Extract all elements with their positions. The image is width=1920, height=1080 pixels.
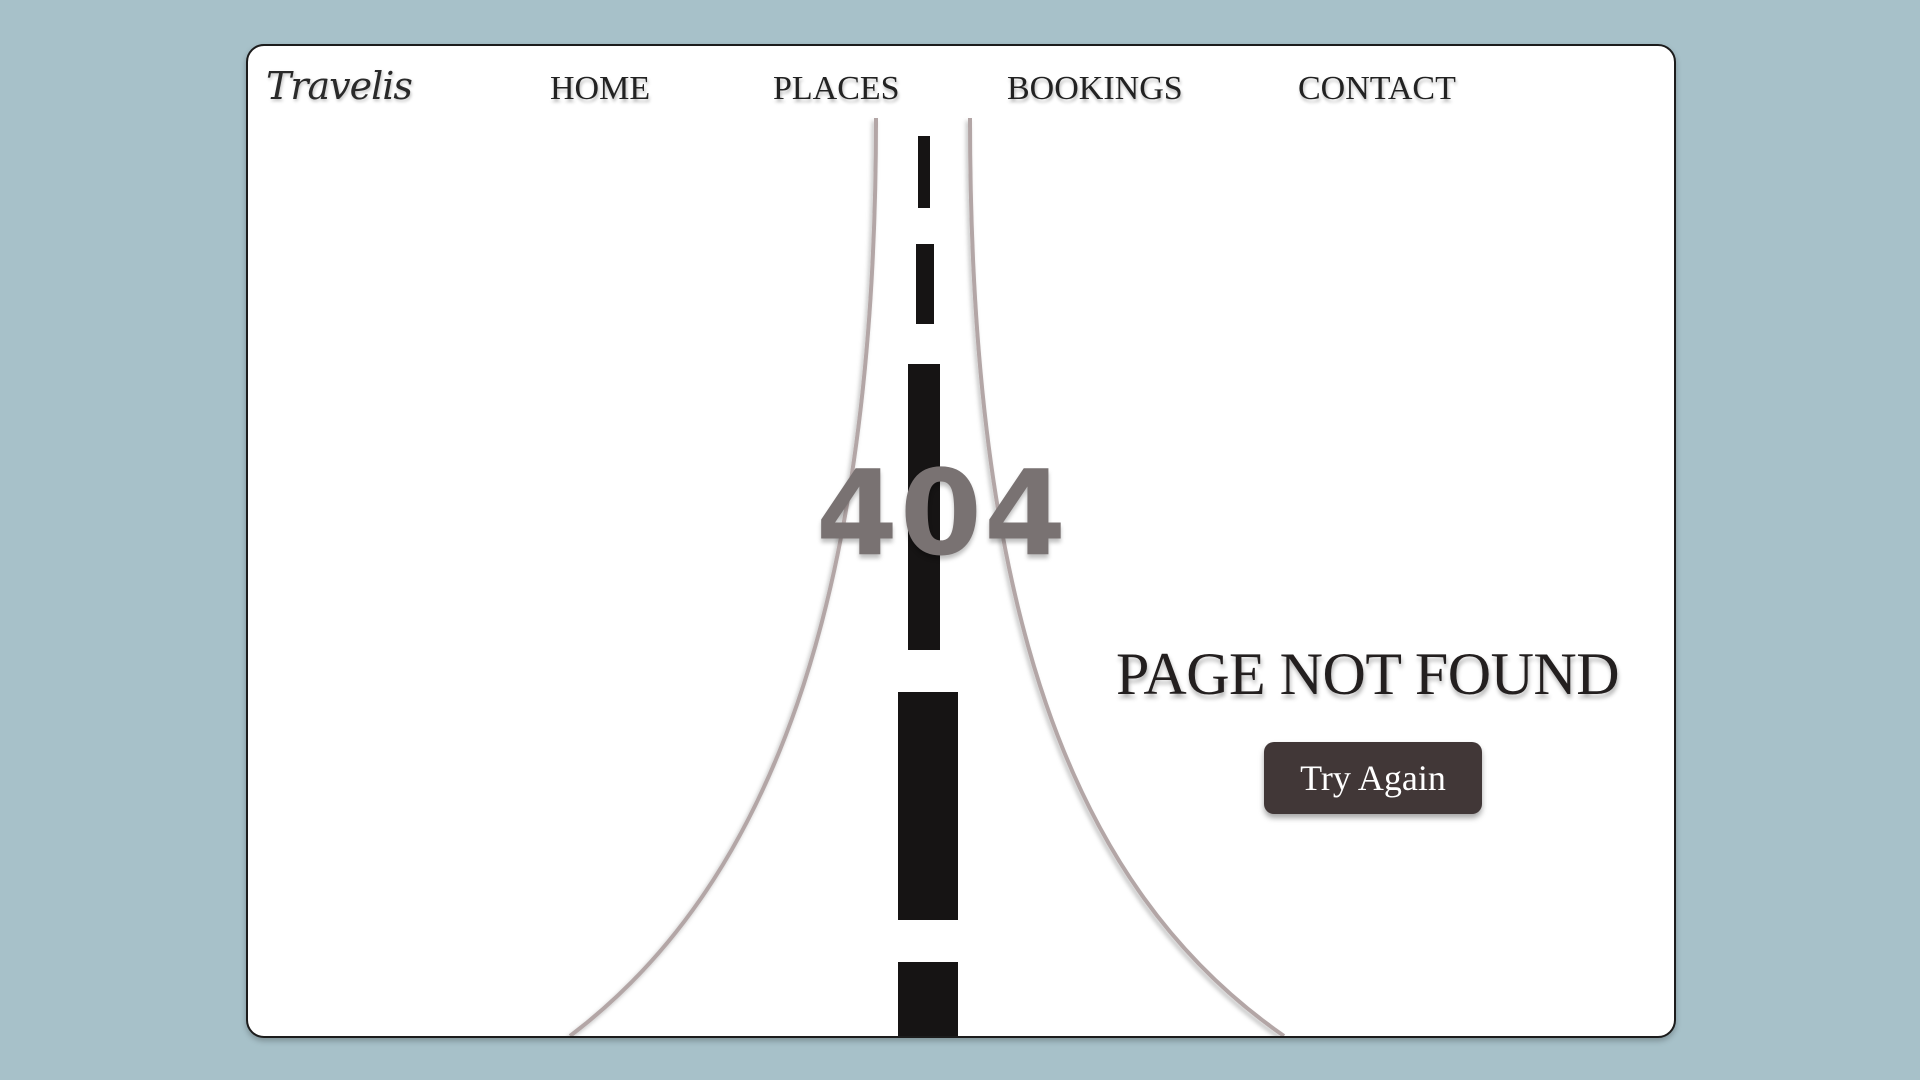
lane-dash <box>918 136 930 208</box>
lane-dash <box>898 692 958 920</box>
error-message: PAGE NOT FOUND <box>1116 641 1620 707</box>
try-again-button[interactable]: Try Again <box>1264 742 1482 814</box>
lane-dash <box>898 962 958 1036</box>
error-code: 404 <box>815 444 1069 582</box>
page-frame: Travelis HOME PLACES BOOKINGS CONTACT 40… <box>246 44 1676 1038</box>
lane-dash <box>916 244 934 324</box>
